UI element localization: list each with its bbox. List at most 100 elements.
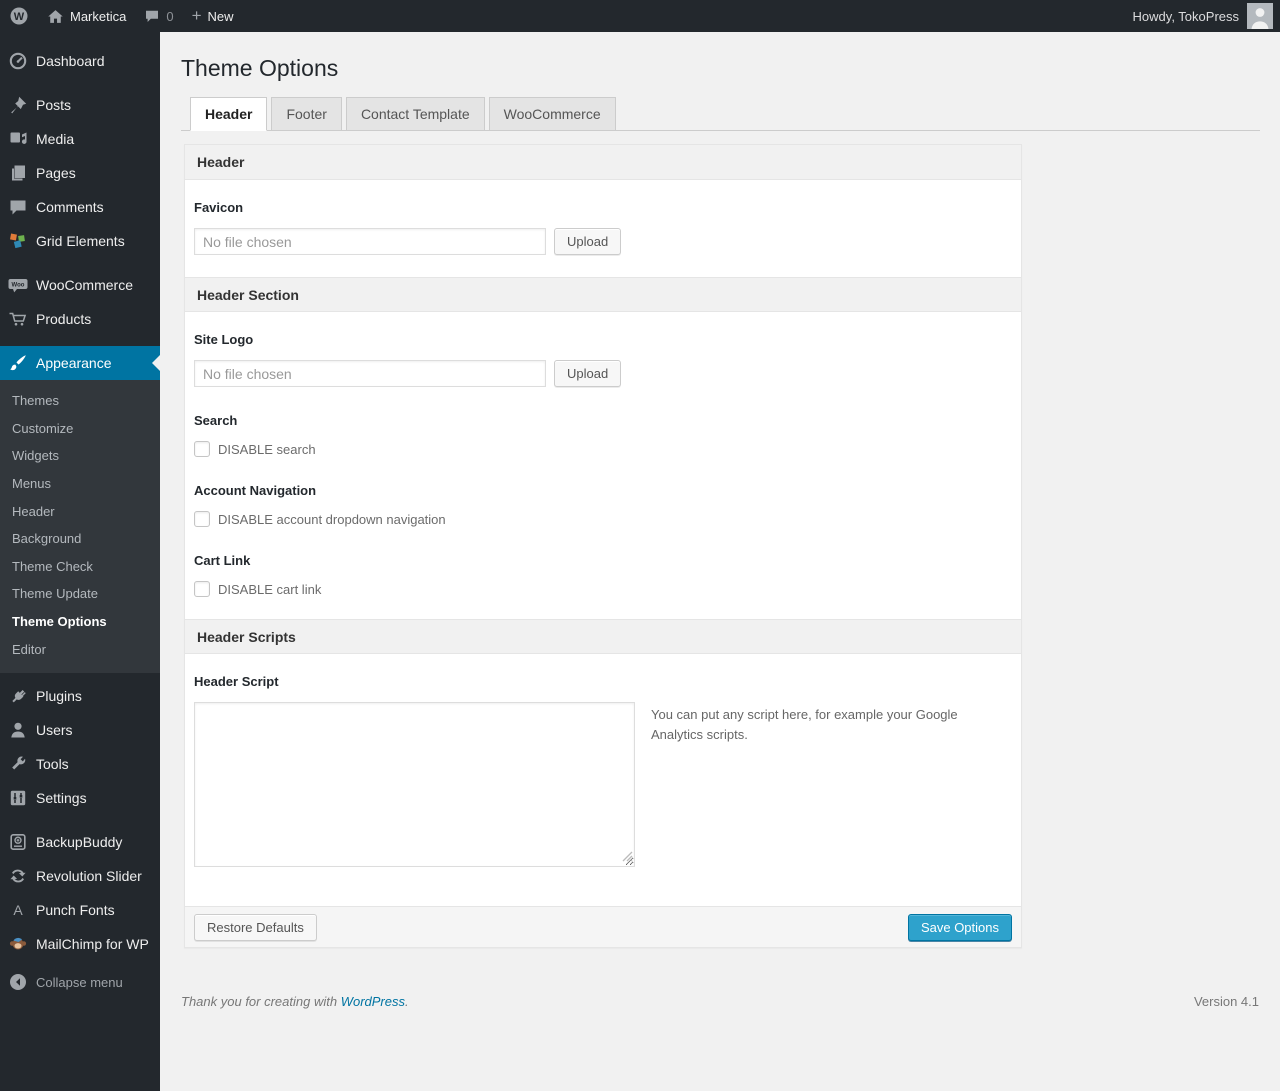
- sidebar-item-comments[interactable]: Comments: [0, 190, 160, 224]
- submenu-item-theme-update[interactable]: Theme Update: [0, 580, 160, 608]
- tab-footer[interactable]: Footer: [271, 97, 342, 131]
- site-logo-upload-button[interactable]: Upload: [554, 360, 622, 387]
- restore-defaults-button[interactable]: Restore Defaults: [194, 913, 317, 941]
- tab-contact-template[interactable]: Contact Template: [345, 97, 485, 131]
- media-icon: [8, 129, 28, 149]
- disable-search-label: DISABLE search: [218, 441, 316, 457]
- submenu-item-widgets[interactable]: Widgets: [0, 442, 160, 470]
- version-label: Version 4.1: [1193, 994, 1259, 1009]
- favicon-file-input[interactable]: [194, 228, 546, 255]
- admin-bar-comments[interactable]: 0: [135, 0, 182, 32]
- account-navigation-field: Account Navigation DISABLE account dropd…: [185, 479, 1021, 549]
- tab-header[interactable]: Header: [190, 97, 268, 131]
- sidebar-item-posts[interactable]: Posts: [0, 88, 160, 122]
- sidebar-item-products[interactable]: Products: [0, 302, 160, 336]
- svg-text:Woo: Woo: [12, 283, 25, 289]
- svg-text:W: W: [14, 11, 25, 23]
- letter-a-icon: A: [8, 900, 28, 920]
- site-name-label: Marketica: [70, 8, 127, 24]
- collapse-menu-button[interactable]: Collapse menu: [0, 965, 160, 999]
- appearance-submenu: Themes Customize Widgets Menus Header Ba…: [0, 380, 160, 674]
- refresh-arrows-icon: [8, 866, 28, 886]
- header-script-label: Header Script: [194, 674, 279, 689]
- comment-bubble-icon: [144, 8, 160, 24]
- submenu-item-themes[interactable]: Themes: [0, 387, 160, 415]
- site-logo-label: Site Logo: [194, 332, 254, 347]
- sidebar-item-settings[interactable]: Settings: [0, 781, 160, 815]
- sidebar-item-plugins[interactable]: Plugins: [0, 679, 160, 713]
- cart-icon: [8, 309, 28, 329]
- disable-account-nav-checkbox[interactable]: [194, 511, 210, 527]
- svg-text:A: A: [13, 902, 23, 918]
- sidebar-item-appearance[interactable]: Appearance: [0, 346, 160, 380]
- page-title: Theme Options: [181, 55, 339, 81]
- section-header-header-section: Header Section: [185, 277, 1021, 312]
- avatar: [1247, 3, 1273, 29]
- sidebar-item-label: Products: [36, 311, 92, 327]
- sidebar-item-label: Revolution Slider: [36, 868, 142, 885]
- sidebar-item-backupbuddy[interactable]: BackupBuddy: [0, 825, 160, 859]
- pages-icon: [8, 163, 28, 183]
- favicon-field: Favicon Upload: [185, 180, 1021, 277]
- collapse-menu-label: Collapse menu: [36, 974, 123, 990]
- admin-sidebar: Dashboard Posts Media Pages Comments Gri…: [0, 32, 160, 1091]
- page-footer: Thank you for creating with WordPress. V…: [180, 994, 1259, 1009]
- site-logo-field: Site Logo Upload: [185, 312, 1021, 409]
- sidebar-item-grid-elements[interactable]: Grid Elements: [0, 224, 160, 258]
- sidebar-item-media[interactable]: Media: [0, 122, 160, 156]
- submenu-item-theme-options[interactable]: Theme Options: [0, 608, 160, 636]
- disable-cart-link-checkbox[interactable]: [194, 581, 210, 597]
- tab-woocommerce[interactable]: WooCommerce: [488, 97, 616, 131]
- new-label: New: [207, 8, 234, 24]
- header-script-textarea[interactable]: [194, 702, 635, 867]
- wordpress-link[interactable]: WordPress: [341, 994, 405, 1009]
- submenu-item-editor[interactable]: Editor: [0, 636, 160, 664]
- header-script-hint: You can put any script here, for example…: [651, 707, 958, 743]
- pushpin-icon: [8, 95, 28, 115]
- submenu-item-theme-check[interactable]: Theme Check: [0, 553, 160, 581]
- sidebar-item-label: Punch Fonts: [36, 902, 115, 919]
- thanks-suffix: .: [405, 994, 409, 1009]
- sidebar-item-label: BackupBuddy: [36, 834, 123, 851]
- brush-icon: [8, 353, 28, 373]
- grid-elements-icon: [8, 231, 28, 251]
- sidebar-item-label: WooCommerce: [36, 277, 133, 293]
- sidebar-item-label: Posts: [36, 97, 72, 113]
- panel-footer: Restore Defaults Save Options: [185, 906, 1021, 947]
- sidebar-item-woocommerce[interactable]: Woo WooCommerce: [0, 268, 160, 302]
- dashboard-icon: [8, 51, 28, 71]
- admin-bar-site-name[interactable]: Marketica: [38, 0, 135, 32]
- wordpress-logo-menu[interactable]: W: [0, 0, 38, 32]
- sidebar-item-users[interactable]: Users: [0, 713, 160, 747]
- sidebar-item-tools[interactable]: Tools: [0, 747, 160, 781]
- disable-search-checkbox[interactable]: [194, 441, 210, 457]
- section-header-header-scripts: Header Scripts: [185, 619, 1021, 654]
- plugin-icon: [8, 686, 28, 706]
- admin-bar-account-menu[interactable]: Howdy, TokoPress: [1133, 0, 1280, 32]
- disable-account-nav-label: DISABLE account dropdown navigation: [218, 511, 446, 527]
- sidebar-item-label: Settings: [36, 790, 87, 807]
- sidebar-item-punch-fonts[interactable]: A Punch Fonts: [0, 893, 160, 927]
- submenu-item-header[interactable]: Header: [0, 498, 160, 526]
- sidebar-item-label: MailChimp for WP: [36, 936, 149, 953]
- site-logo-file-input[interactable]: [194, 360, 546, 387]
- submenu-item-background[interactable]: Background: [0, 525, 160, 553]
- thanks-prefix: Thank you for creating with: [181, 994, 341, 1009]
- woocommerce-badge-icon: Woo: [8, 275, 28, 295]
- sidebar-item-label: Tools: [36, 756, 69, 773]
- sidebar-item-pages[interactable]: Pages: [0, 156, 160, 190]
- sidebar-item-label: Users: [36, 722, 73, 739]
- submenu-item-menus[interactable]: Menus: [0, 470, 160, 498]
- settings-icon: [8, 788, 28, 808]
- sidebar-item-mailchimp[interactable]: MailChimp for WP: [0, 927, 160, 961]
- sidebar-item-revolution-slider[interactable]: Revolution Slider: [0, 859, 160, 893]
- sidebar-item-dashboard[interactable]: Dashboard: [0, 44, 160, 78]
- favicon-upload-button[interactable]: Upload: [554, 228, 622, 255]
- admin-bar-new-menu[interactable]: + New: [183, 0, 243, 32]
- save-options-button[interactable]: Save Options: [907, 913, 1012, 941]
- search-field: Search DISABLE search: [185, 409, 1021, 479]
- howdy-label: Howdy, TokoPress: [1132, 8, 1239, 24]
- wordpress-logo-icon: W: [9, 6, 29, 26]
- submenu-item-customize[interactable]: Customize: [0, 415, 160, 443]
- account-navigation-label: Account Navigation: [194, 483, 317, 498]
